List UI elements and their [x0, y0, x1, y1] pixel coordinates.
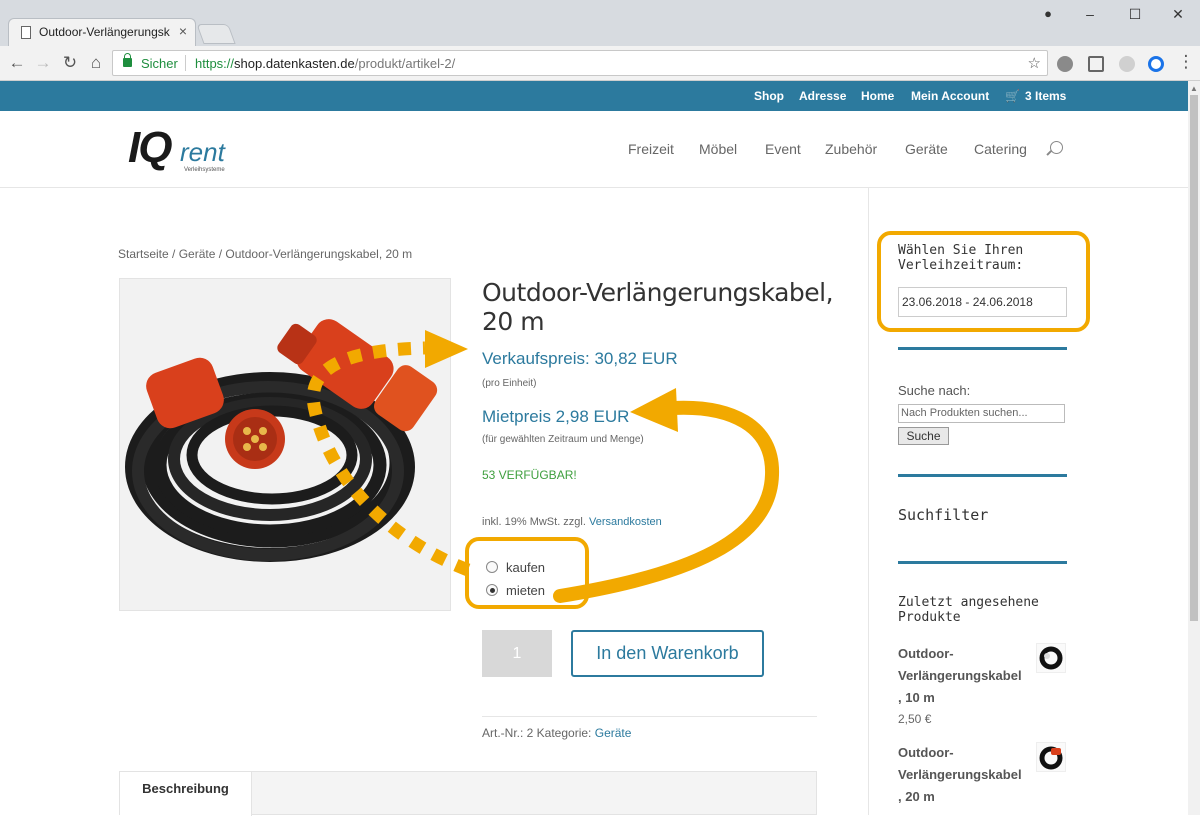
product-title-line2: 20 m — [482, 307, 545, 336]
sidebar-rule — [898, 474, 1067, 477]
topbar-link-home[interactable]: Home — [861, 89, 894, 103]
browser-toolbar: ← → ↻ ⌂ Sicher https://shop.datenkasten.… — [0, 46, 1200, 81]
recent-product-1[interactable]: Outdoor- Verlängerungskabel , 10 m — [898, 643, 1022, 709]
site-topbar: Shop Adresse Home Mein Account 🛒 3 Items — [0, 81, 1188, 111]
nav-moebel[interactable]: Möbel — [699, 141, 737, 157]
tab-title: Outdoor-Verlängerungsk — [39, 25, 170, 39]
thumbnail-image — [1039, 746, 1063, 770]
cast-icon[interactable] — [1088, 56, 1104, 72]
search-icon[interactable] — [1050, 141, 1063, 154]
browser-tab[interactable]: Outdoor-Verlängerungsk × — [8, 18, 196, 46]
nav-catering[interactable]: Catering — [974, 141, 1027, 157]
recent-title: Zuletzt angesehene Produkte — [898, 595, 1039, 625]
url-text[interactable]: https://shop.datenkasten.de/produkt/arti… — [195, 56, 455, 71]
scroll-thumb[interactable] — [1190, 95, 1198, 621]
back-icon[interactable]: ← — [6, 53, 28, 73]
recent-product-1-line3: , 10 m — [898, 690, 935, 705]
nav-zubehoer[interactable]: Zubehör — [825, 141, 877, 157]
category-link[interactable]: Geräte — [595, 726, 632, 740]
recent-product-1-thumbnail[interactable] — [1036, 643, 1066, 673]
tax-info: inkl. 19% MwSt. zzgl. Versandkosten — [482, 516, 662, 528]
recent-product-2-line1: Outdoor- — [898, 745, 954, 760]
topbar-link-adresse[interactable]: Adresse — [799, 89, 846, 103]
stock-status: 53 VERFÜGBAR! — [482, 468, 577, 482]
maximize-icon[interactable]: ☐ — [1121, 6, 1149, 23]
product-title-line1: Outdoor-Verlängerungskabel, — [482, 278, 834, 307]
topbar-link-account[interactable]: Mein Account — [911, 89, 989, 103]
scroll-up-icon[interactable]: ▲ — [1190, 84, 1198, 93]
add-to-cart-button[interactable]: In den Warenkorb — [571, 630, 764, 677]
recent-product-2[interactable]: Outdoor- Verlängerungskabel , 20 m — [898, 742, 1022, 808]
product-image[interactable] — [119, 278, 451, 611]
forward-icon[interactable]: → — [32, 53, 54, 73]
cart-icon[interactable]: 🛒 — [1005, 89, 1020, 103]
product-tabs: Beschreibung — [119, 771, 817, 816]
shipping-link[interactable]: Versandkosten — [589, 516, 662, 528]
menu-icon[interactable]: ⋮ — [1175, 52, 1197, 72]
meta-divider — [482, 716, 817, 717]
highlight-buy-rent-options — [465, 537, 589, 609]
topbar-cart-count[interactable]: 3 Items — [1025, 89, 1066, 103]
highlight-rental-period — [877, 231, 1090, 332]
sidebar-rule — [898, 561, 1067, 564]
logo-tagline: Verleihsysteme — [184, 167, 225, 173]
recent-title-line2: Produkte — [898, 610, 961, 625]
cable-illustration — [125, 319, 438, 562]
recent-product-2-thumbnail[interactable] — [1036, 742, 1066, 772]
rent-price: Mietpreis 2,98 EUR — [482, 407, 630, 426]
product-search-input[interactable]: Nach Produkten suchen... — [898, 404, 1065, 423]
sidebar-divider — [868, 188, 869, 815]
extension-icon-2[interactable] — [1119, 56, 1135, 72]
recent-title-line1: Zuletzt angesehene — [898, 595, 1039, 610]
filter-title: Suchfilter — [898, 506, 989, 524]
product-meta: Art.-Nr.: 2 Kategorie: Geräte — [482, 726, 631, 740]
address-bar[interactable]: Sicher https://shop.datenkasten.de/produ… — [112, 50, 1048, 76]
search-button[interactable]: Suche — [898, 427, 949, 445]
new-tab-button[interactable] — [196, 24, 236, 44]
home-icon[interactable]: ⌂ — [85, 53, 107, 73]
recent-product-1-line1: Outdoor- — [898, 646, 954, 661]
extension-icon-1[interactable] — [1057, 56, 1073, 72]
tab-description[interactable]: Beschreibung — [120, 772, 252, 816]
sidebar-rule — [898, 347, 1067, 350]
recent-product-2-line3: , 20 m — [898, 789, 935, 804]
sale-price-note: (pro Einheit) — [482, 378, 537, 389]
tax-text: inkl. 19% MwSt. zzgl. — [482, 516, 586, 528]
url-scheme: https:// — [195, 56, 235, 71]
minimize-icon[interactable]: – — [1076, 6, 1104, 22]
browser-titlebar: Outdoor-Verlängerungsk × ● – ☐ ✕ — [0, 0, 1200, 46]
recent-product-2-line2: Verlängerungskabel — [898, 767, 1022, 782]
topbar-link-shop[interactable]: Shop — [754, 89, 784, 103]
meta-text: Art.-Nr.: 2 Kategorie: — [482, 726, 592, 740]
product-title: Outdoor-Verlängerungskabel, 20 m — [482, 278, 834, 336]
url-path: /produkt/artikel-2/ — [354, 56, 456, 71]
window-close-icon[interactable]: ✕ — [1164, 6, 1192, 23]
curved-arrow-head — [630, 388, 678, 432]
url-host: shop.datenkasten.de — [234, 56, 355, 71]
sale-price: Verkaufspreis: 30,82 EUR — [482, 349, 678, 368]
breadcrumb[interactable]: Startseite / Geräte / Outdoor-Verlängeru… — [118, 247, 412, 261]
account-icon[interactable]: ● — [1034, 6, 1062, 21]
page-icon — [21, 26, 31, 39]
recent-product-1-line2: Verlängerungskabel — [898, 668, 1022, 683]
tab-close-icon[interactable]: × — [179, 23, 187, 39]
search-label: Suche nach: — [898, 383, 971, 398]
rent-price-note: (für gewählten Zeitraum und Menge) — [482, 434, 644, 445]
page-scrollbar[interactable]: ▲ — [1188, 81, 1200, 815]
extension-icon-3[interactable] — [1148, 56, 1164, 72]
nav-event[interactable]: Event — [765, 141, 801, 157]
secure-label: Sicher — [141, 56, 178, 71]
lock-icon — [123, 53, 132, 67]
recent-product-1-price: 2,50 € — [898, 712, 932, 726]
address-separator — [185, 55, 186, 71]
thumbnail-image — [1039, 646, 1063, 670]
bookmark-star-icon[interactable]: ☆ — [1028, 54, 1041, 72]
reload-icon[interactable]: ↻ — [59, 53, 81, 73]
logo-main: IQ — [128, 123, 172, 172]
site-header: IQ rent Verleihsysteme Freizeit Möbel Ev… — [0, 111, 1188, 188]
nav-freizeit[interactable]: Freizeit — [628, 141, 674, 157]
nav-geraete[interactable]: Geräte — [905, 141, 948, 157]
logo-accent: rent — [180, 137, 225, 167]
quantity-input[interactable]: 1 — [482, 630, 552, 677]
